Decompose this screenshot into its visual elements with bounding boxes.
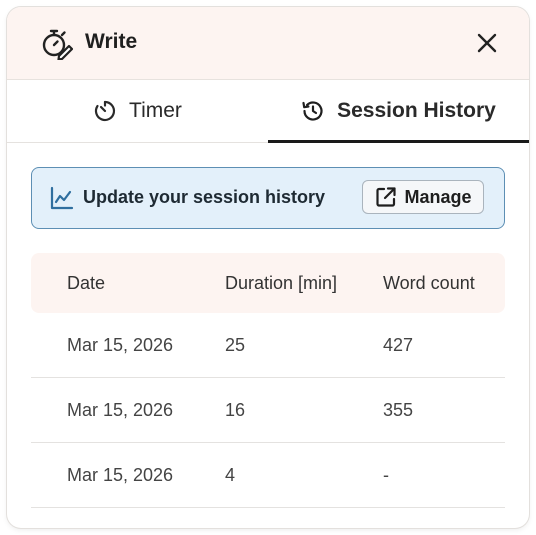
manage-button-label: Manage [404, 186, 472, 207]
timer-icon [94, 100, 116, 122]
close-icon[interactable] [473, 29, 501, 57]
panel-header: Write [7, 7, 529, 80]
cell-duration: 4 [225, 464, 236, 485]
table-header: Date Duration [min] Word count [31, 253, 505, 313]
cell-word-count: 355 [383, 399, 414, 420]
stopwatch-pencil-icon [42, 29, 73, 60]
cell-word-count: - [383, 464, 389, 485]
banner-text: Update your session history [83, 187, 326, 207]
tab-session-history[interactable]: Session History [268, 80, 529, 142]
external-link-icon [376, 187, 397, 207]
table-row: Mar 15, 2026 25 427 [31, 313, 505, 378]
tab-timer-label: Timer [129, 99, 182, 122]
column-header-duration: Duration [min] [225, 272, 338, 293]
cell-duration: 25 [225, 334, 246, 355]
tab-bar: Timer Session History [7, 80, 529, 143]
cell-date: Mar 15, 2026 [67, 334, 174, 355]
cell-date: Mar 15, 2026 [67, 464, 174, 485]
tab-session-history-label: Session History [337, 99, 496, 122]
active-tab-indicator [268, 140, 529, 143]
table-row: Mar 15, 2026 4 - [31, 443, 505, 508]
panel-title: Write [85, 30, 138, 53]
column-header-date: Date [67, 272, 106, 293]
tab-timer[interactable]: Timer [7, 80, 268, 142]
history-icon [302, 101, 323, 121]
table-row: Mar 15, 2026 16 355 [31, 378, 505, 443]
cell-date: Mar 15, 2026 [67, 399, 174, 420]
chart-line-icon [50, 186, 74, 210]
cell-word-count: 427 [383, 334, 414, 355]
manage-button[interactable]: Manage [362, 180, 484, 214]
write-panel: Write Timer Session History Update your … [7, 7, 529, 528]
update-history-banner: Update your session history Manage [31, 167, 505, 229]
cell-duration: 16 [225, 399, 246, 420]
session-history-table: Date Duration [min] Word count Mar 15, 2… [31, 253, 505, 508]
column-header-word-count: Word count [383, 272, 475, 293]
